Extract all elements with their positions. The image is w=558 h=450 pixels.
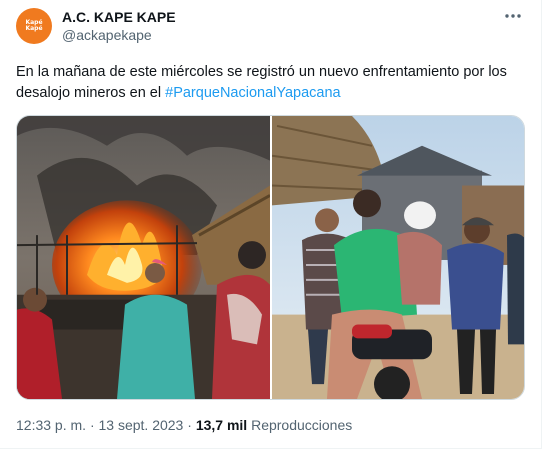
media-image-injured[interactable] [272, 116, 525, 399]
account-name[interactable]: A.C. KAPE KAPE [62, 9, 176, 25]
tweet-date[interactable]: 13 sept. 2023 [99, 417, 184, 433]
tweet-text: En la mañana de este miércoles se regist… [16, 62, 531, 104]
hashtag-link[interactable]: #ParqueNacionalYapacana [165, 85, 340, 101]
tweet-footer: 12:33 p. m. · 13 sept. 2023 · 13,7 mil R… [16, 417, 352, 433]
tweet-media[interactable] [16, 115, 525, 400]
views-count[interactable]: 13,7 mil [196, 417, 247, 433]
more-options-icon[interactable] [503, 6, 523, 26]
media-image-fire[interactable] [17, 116, 270, 399]
views-label[interactable]: Reproducciones [251, 417, 352, 433]
footer-separator: · [187, 417, 192, 433]
avatar-logo-text: Kapé Kapé [25, 19, 43, 32]
tweet-time[interactable]: 12:33 p. m. [16, 417, 86, 433]
tweet-card[interactable]: Kapé Kapé A.C. KAPE KAPE @ackapekape En … [0, 0, 542, 449]
account-handle[interactable]: @ackapekape [62, 27, 152, 43]
footer-separator: · [89, 417, 95, 433]
avatar[interactable]: Kapé Kapé [16, 8, 52, 44]
